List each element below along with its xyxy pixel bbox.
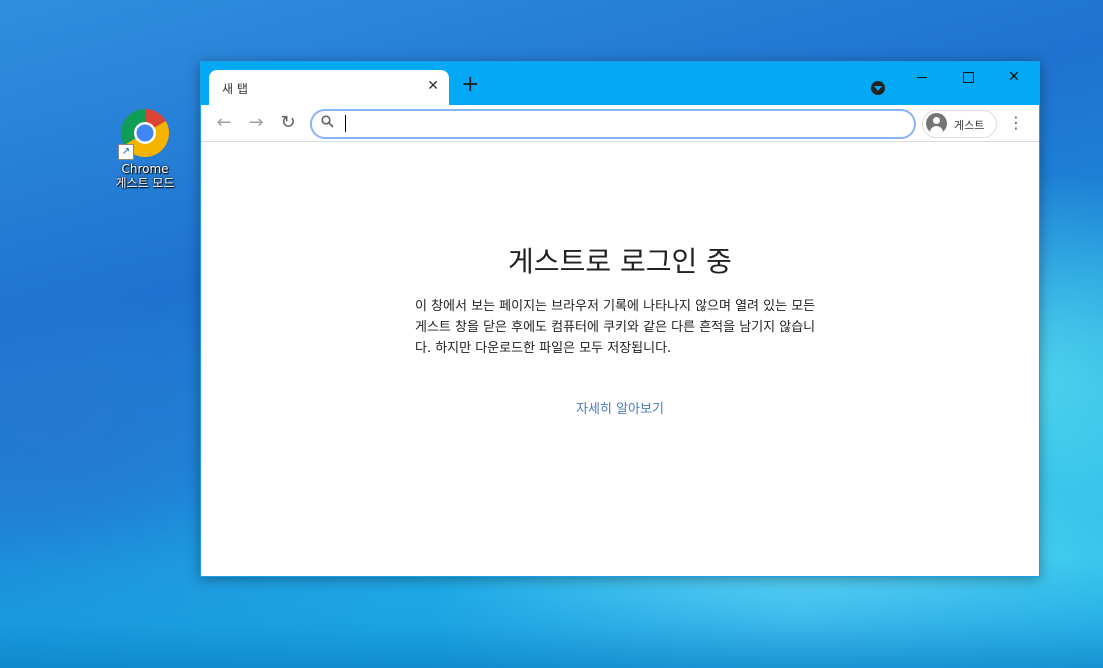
- back-icon[interactable]: ←: [212, 111, 236, 135]
- text-caret: [345, 115, 346, 132]
- learn-more-link[interactable]: 자세히 알아보기: [201, 398, 1039, 417]
- toolbar: ← → ↻ 게스트 ⋮: [201, 105, 1039, 142]
- minimize-icon: [917, 76, 927, 78]
- close-window-button[interactable]: ✕: [991, 62, 1037, 92]
- new-tab-button[interactable]: +: [461, 74, 479, 96]
- chrome-icon: ↗: [118, 108, 170, 160]
- desktop-icon-label-line1: Chrome: [121, 162, 169, 176]
- reload-icon[interactable]: ↻: [276, 111, 300, 135]
- guest-description: 이 창에서 보는 페이지는 브라우저 기록에 나타나지 않으며 열려 있는 모든…: [415, 299, 816, 356]
- profile-label: 게스트: [954, 119, 985, 132]
- tab-close-icon[interactable]: ✕: [427, 78, 439, 94]
- maximize-button[interactable]: [945, 62, 991, 92]
- browser-window: 새 탭 ✕ + ✕ ← → ↻ 게스트 ⋮ 게스트로 로그인 중 이 창에서 보…: [200, 61, 1040, 577]
- profile-button[interactable]: 게스트: [922, 110, 997, 138]
- tab-title: 새 탭: [222, 82, 248, 96]
- search-icon: [321, 115, 334, 132]
- shortcut-arrow-icon: ↗: [118, 144, 134, 160]
- maximize-icon: [962, 71, 974, 83]
- page-content: 게스트로 로그인 중 이 창에서 보는 페이지는 브라우저 기록에 나타나지 않…: [201, 142, 1039, 576]
- forward-icon[interactable]: →: [244, 111, 268, 135]
- menu-dots-icon[interactable]: ⋮: [1006, 112, 1026, 134]
- minimize-button[interactable]: [899, 62, 945, 92]
- desktop-icon-chrome-guest[interactable]: ↗ Chrome 게스트 모드: [108, 108, 182, 190]
- title-bar: 새 탭 ✕ + ✕: [201, 62, 1039, 105]
- desktop-icon-label: Chrome 게스트 모드: [108, 162, 182, 190]
- desktop-icon-label-line2: 게스트 모드: [115, 176, 175, 190]
- tab-search-icon[interactable]: [871, 81, 885, 95]
- guest-avatar-icon: [926, 113, 947, 134]
- address-bar[interactable]: [310, 109, 916, 139]
- tab-new-tab[interactable]: 새 탭 ✕: [209, 70, 449, 105]
- page-heading: 게스트로 로그인 중: [508, 245, 732, 278]
- address-input[interactable]: [344, 114, 888, 136]
